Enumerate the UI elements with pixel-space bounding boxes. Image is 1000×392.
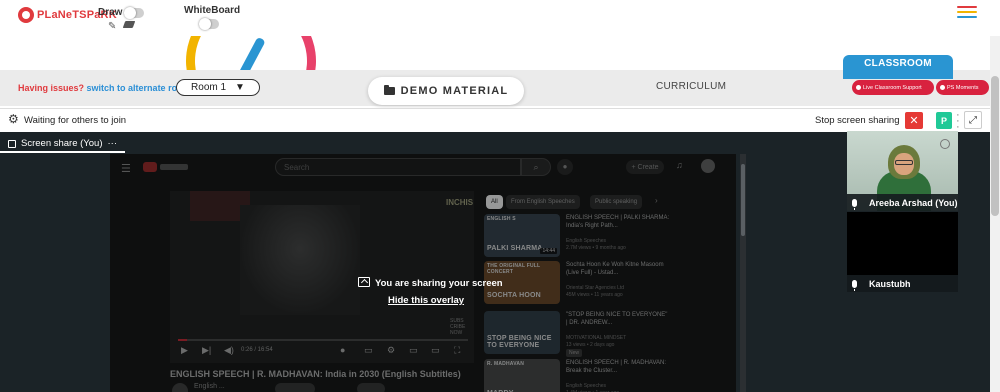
demo-material-label: DEMO MATERIAL: [400, 85, 509, 97]
menu-line: [957, 6, 977, 8]
more-options-icon[interactable]: ···: [108, 138, 118, 149]
screen-share-overlay-icon: [358, 277, 370, 287]
scrollbar-thumb[interactable]: [741, 164, 745, 236]
more-vertical-icon[interactable]: · · ·: [956, 110, 960, 133]
sharing-message: You are sharing your screen: [375, 278, 503, 289]
room-select[interactable]: Room 1 ▼: [176, 79, 260, 96]
mic-icon: [852, 198, 857, 210]
live-support-button[interactable]: Live Classroom Support: [852, 80, 934, 95]
issues-message: Having issues? switch to alternate room: [18, 83, 191, 93]
stop-sharing-label: Stop screen sharing: [815, 115, 900, 126]
live-support-label: Live Classroom Support: [863, 84, 922, 91]
classroom-tab[interactable]: CLASSROOM: [843, 55, 953, 79]
waiting-status: Waiting for others to join: [24, 115, 127, 126]
draw-label: Draw: [98, 7, 123, 18]
ps-moments-label: PS Moments: [947, 84, 979, 91]
pip-button[interactable]: P: [936, 112, 952, 129]
menu-line: [957, 16, 977, 18]
logo-mark-icon: [18, 7, 34, 23]
sharing-overlay: [110, 154, 736, 392]
participant-name: Kaustubh: [869, 278, 911, 289]
wall-clock: [940, 139, 950, 149]
top-bar: [0, 0, 1000, 36]
participant-name: Areeba Arshad (You): [869, 197, 958, 208]
room-select-value: Room 1: [191, 82, 227, 93]
hide-overlay-link[interactable]: Hide this overlay: [388, 295, 464, 306]
whiteboard-label: WhiteBoard: [184, 5, 241, 16]
participant-name-bar: Areeba Arshad (You): [847, 194, 958, 211]
curriculum-tab[interactable]: CURRICULUM: [656, 81, 726, 92]
screen-share-tab[interactable]: Screen share (You) ···: [0, 136, 126, 153]
demo-material-button[interactable]: DEMO MATERIAL: [368, 77, 524, 105]
alternate-room-link[interactable]: switch to alternate room: [87, 83, 191, 93]
issues-question: Having issues?: [18, 83, 85, 93]
screen-share-icon: [8, 139, 16, 148]
person-glasses: [895, 160, 913, 165]
draw-toggle[interactable]: [124, 7, 144, 19]
support-icon: [856, 85, 861, 90]
participant-name-bar: Kaustubh: [847, 275, 958, 292]
gear-icon[interactable]: ⚙: [8, 113, 19, 125]
page-scrollbar-thumb[interactable]: [991, 76, 999, 216]
camera-icon: [940, 85, 945, 90]
mic-icon: [852, 279, 857, 291]
fullscreen-button[interactable]: ⤢: [964, 111, 982, 129]
caret-down-icon: ▼: [235, 82, 245, 93]
participant-tile-kaustubh[interactable]: Kaustubh: [847, 212, 958, 292]
menu-line: [957, 11, 977, 13]
whiteboard-toggle[interactable]: [199, 18, 219, 30]
screen-share-label: Screen share (You): [21, 138, 103, 149]
folder-icon: [383, 85, 395, 95]
page-scrollbar[interactable]: [990, 36, 1000, 392]
participant-tile-areeba[interactable]: Areeba Arshad (You): [847, 131, 958, 211]
ps-moments-button[interactable]: PS Moments: [936, 80, 989, 95]
shared-screen-scrollbar[interactable]: [740, 154, 746, 392]
stop-sharing-button[interactable]: ✕: [905, 112, 923, 129]
pencil-icon[interactable]: ✎: [108, 21, 116, 32]
hamburger-menu-icon[interactable]: [957, 6, 977, 20]
